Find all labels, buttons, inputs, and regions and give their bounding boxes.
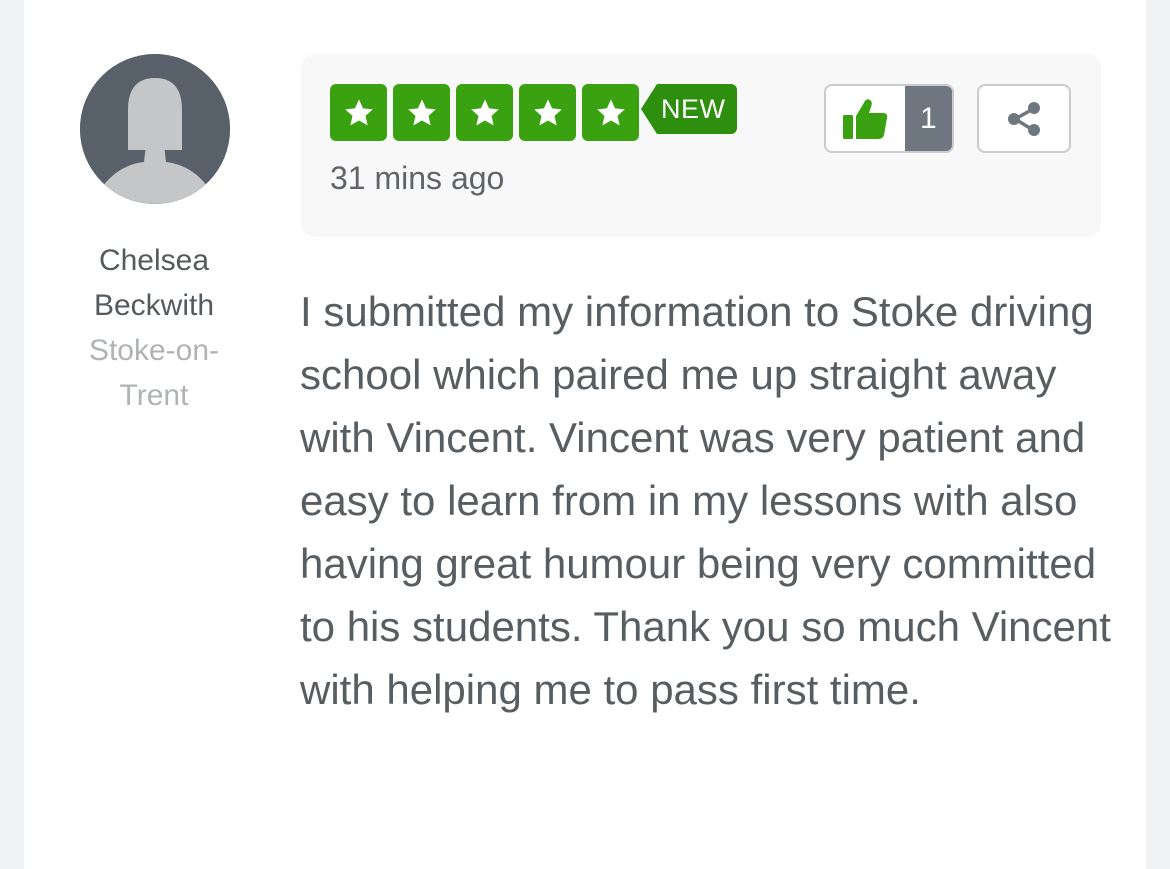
reviewer-location-line1: Stoke-on- <box>88 334 220 367</box>
star-icon <box>393 84 450 141</box>
reviewer-name: Chelsea Beckwith <box>64 238 244 328</box>
user-silhouette-icon <box>80 54 230 204</box>
reviewer-location-line2: Trent <box>119 379 189 412</box>
like-button[interactable]: 1 <box>824 84 954 153</box>
review-time: 31 mins ago <box>330 160 505 196</box>
review-card: Chelsea Beckwith Stoke-on- Trent NEW 31 … <box>24 0 1146 869</box>
star-icon <box>519 84 576 141</box>
reviewer-location: Stoke-on- Trent <box>64 328 244 418</box>
new-badge: NEW <box>641 84 737 134</box>
star-icon <box>582 84 639 141</box>
like-count: 1 <box>904 86 952 151</box>
badge-pointer <box>641 84 657 134</box>
star-icon <box>330 84 387 141</box>
new-badge-label: NEW <box>657 84 737 134</box>
share-button[interactable] <box>977 84 1071 153</box>
reviewer-name-line1: Chelsea <box>98 244 210 277</box>
reviewer-name-line2: Beckwith <box>93 289 215 322</box>
share-icon[interactable] <box>1004 99 1044 139</box>
star-icon <box>456 84 513 141</box>
avatar <box>80 54 230 204</box>
thumbs-up-icon[interactable] <box>826 86 905 151</box>
review-body: I submitted my information to Stoke driv… <box>300 288 1111 713</box>
star-rating <box>330 84 639 141</box>
review-meta: NEW 31 mins ago 1 <box>301 54 1101 237</box>
